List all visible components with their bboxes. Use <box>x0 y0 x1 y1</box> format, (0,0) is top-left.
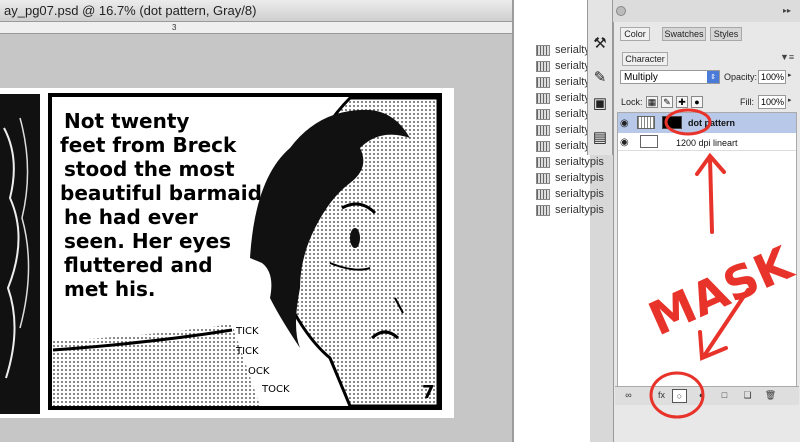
caption-line: stood the most <box>64 157 235 181</box>
sfx-text: OCK <box>248 366 270 377</box>
collapse-icon[interactable]: ▸▸ <box>783 6 791 15</box>
caption-line: fluttered and <box>64 253 213 277</box>
caption-line: Not twenty <box>64 109 189 133</box>
layer-thumbnail <box>536 92 550 104</box>
left-panel <box>0 94 40 414</box>
list-item[interactable]: serialtypis <box>536 154 604 170</box>
list-item[interactable]: serialty <box>536 90 590 106</box>
layer-thumbnail <box>536 172 550 184</box>
list-item[interactable]: serialtypis <box>536 202 604 218</box>
list-item[interactable]: serialtypis <box>536 186 604 202</box>
caption-line: feet from Breck <box>60 133 237 157</box>
caption-line: met his. <box>64 277 156 301</box>
document-title: ay_pg07.psd @ 16.7% (dot pattern, Gray/8… <box>4 3 257 18</box>
add-mask-highlight-circle <box>649 371 705 419</box>
opacity-stepper-icon[interactable]: ▸ <box>788 71 796 83</box>
tab-character[interactable]: Character <box>622 52 668 66</box>
layer-thumbnail <box>536 140 550 152</box>
caption-line: seen. Her eyes <box>64 229 231 253</box>
layer-thumbnail <box>536 108 550 120</box>
list-item[interactable]: serialty <box>536 122 590 138</box>
tab-color[interactable]: Color <box>620 27 650 41</box>
opacity-label: Opacity: <box>724 72 758 82</box>
blend-mode-select[interactable]: Multiply ⇕ <box>620 70 720 84</box>
list-item[interactable]: serialty <box>536 42 590 58</box>
brush-tool-icon[interactable]: ✎ <box>589 66 611 88</box>
layer-thumbnail <box>536 76 550 88</box>
sfx-text: TICK <box>235 346 259 357</box>
page-number: 7 <box>422 382 435 403</box>
caption-line: beautiful barmaid <box>60 181 262 205</box>
layer-thumbnail <box>536 204 550 216</box>
tab-styles[interactable]: Styles <box>710 27 742 41</box>
layer-thumbnail <box>536 60 550 72</box>
close-icon[interactable] <box>616 6 626 16</box>
panel-header <box>613 0 800 22</box>
select-arrow-icon: ⇕ <box>707 71 719 83</box>
comic-artwork: Not twenty feet from Breck stood the mos… <box>0 93 442 414</box>
sfx-text: TOCK <box>261 384 290 395</box>
list-item[interactable]: serialtypis <box>536 170 604 186</box>
crossed-tools-icon[interactable]: ⚒ <box>589 32 611 54</box>
list-item[interactable]: serialty <box>536 106 590 122</box>
layer-thumbnail <box>536 124 550 136</box>
sfx-text: TICK <box>235 326 259 337</box>
opacity-field[interactable]: 100% <box>758 70 786 84</box>
caption-line: he had ever <box>64 205 198 229</box>
tab-swatches[interactable]: Swatches <box>662 27 706 41</box>
layer-thumbnail <box>536 44 550 56</box>
panel-menu-icon[interactable]: ▼≡ <box>780 52 794 62</box>
arrow-up-icon <box>708 156 714 234</box>
layer-thumbnail <box>536 188 550 200</box>
list-item[interactable]: serialty <box>536 58 590 74</box>
horizontal-ruler[interactable] <box>0 22 512 34</box>
mask-highlight-circle <box>664 108 712 136</box>
ruler-mark: 3 <box>172 23 177 32</box>
layer-thumbnail <box>536 156 550 168</box>
list-item[interactable]: serialty <box>536 74 590 90</box>
annotation-overlay: MASK <box>641 108 800 419</box>
